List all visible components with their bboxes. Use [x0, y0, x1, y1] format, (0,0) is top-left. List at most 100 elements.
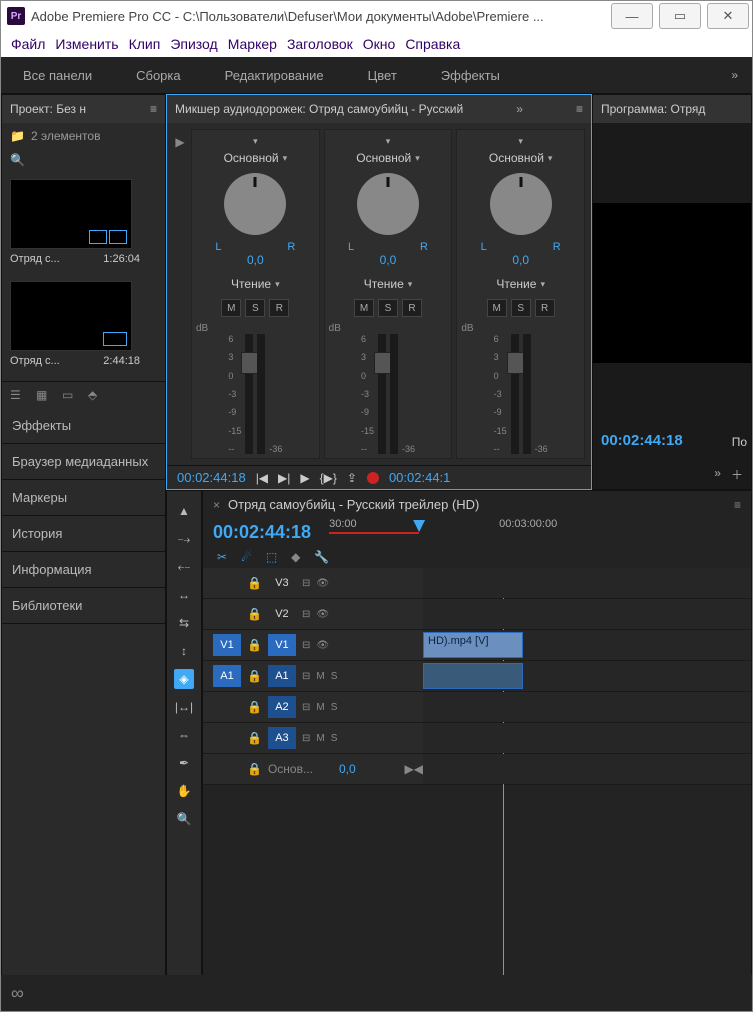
program-add-button[interactable]: ＋ — [731, 466, 743, 483]
menu-marker[interactable]: Маркер — [228, 36, 277, 52]
solo-button[interactable]: S — [378, 299, 398, 317]
channel-dropdown[interactable]: ▾ — [380, 134, 397, 149]
toggle-sync-icon[interactable]: ⊟ — [302, 702, 310, 713]
menu-clip[interactable]: Клип — [129, 36, 161, 52]
lock-icon[interactable]: 🔒 — [247, 669, 262, 683]
goto-out-icon[interactable]: ▶| — [278, 471, 290, 485]
icon-view-icon[interactable]: ▦ — [36, 388, 54, 402]
volume-fader[interactable] — [245, 334, 253, 454]
project-item-0[interactable]: Отряд с... 1:26:04 — [10, 179, 140, 265]
sort-icon[interactable]: ⬘ — [88, 388, 106, 402]
mute-track[interactable]: M — [316, 733, 324, 744]
pan-knob[interactable] — [224, 173, 286, 235]
panel-libraries[interactable]: Библиотеки — [2, 588, 165, 624]
toggle-output-icon[interactable]: 👁 — [316, 609, 329, 620]
transport-tc-left[interactable]: 00:02:44:18 — [177, 470, 246, 485]
minimize-button[interactable]: — — [611, 3, 653, 29]
slide-tool-icon[interactable]: ⇔ — [174, 725, 194, 745]
pan-value[interactable]: 0,0 — [247, 253, 264, 267]
panel-history[interactable]: История — [2, 516, 165, 552]
lock-icon[interactable]: 🔒 — [247, 607, 262, 621]
automation-mode-dropdown[interactable]: Чтение▾ — [358, 275, 419, 293]
ripple-edit-icon[interactable]: ↔ — [174, 585, 194, 605]
project-panel-menu[interactable]: ≡ — [150, 102, 157, 116]
project-item-1[interactable]: Отряд с... 2:44:18 — [10, 281, 140, 367]
record-button[interactable]: R — [269, 299, 289, 317]
toggle-sync-icon[interactable]: ⊟ — [302, 671, 310, 682]
export-icon[interactable]: ⇪ — [347, 471, 357, 485]
workspace-color[interactable]: Цвет — [346, 57, 419, 93]
workspace-all[interactable]: Все панели — [1, 57, 114, 93]
loop-icon[interactable]: ▶◀ — [405, 762, 423, 776]
timeline-panel-menu[interactable]: ≡ — [734, 498, 741, 512]
lock-icon[interactable]: 🔒 — [247, 576, 262, 590]
channel-dropdown[interactable]: ▾ — [247, 134, 264, 149]
selection-tool-icon[interactable]: ▲ — [174, 501, 194, 521]
automation-mode-dropdown[interactable]: Чтение▾ — [225, 275, 286, 293]
program-zoom[interactable]: По — [732, 435, 747, 449]
menu-sequence[interactable]: Эпизод — [170, 36, 217, 52]
automation-mode-dropdown[interactable]: Чтение▾ — [490, 275, 551, 293]
audio-clip[interactable] — [423, 663, 523, 689]
mixer-expand-icon[interactable]: ▶ — [175, 135, 184, 149]
creative-cloud-icon[interactable]: ∞ — [11, 983, 24, 1004]
channel-output-dropdown[interactable]: Основной▾ — [483, 149, 559, 167]
panel-media-browser[interactable]: Браузер медиаданных — [2, 444, 165, 480]
source-v1[interactable]: V1 — [213, 634, 241, 656]
time-ruler[interactable]: 30:00 00:03:00:00 — [329, 518, 741, 546]
mixer-panel-menu[interactable]: ≡ — [576, 102, 583, 116]
menu-help[interactable]: Справка — [405, 36, 460, 52]
mute-track[interactable]: M — [316, 702, 324, 713]
workspace-editing[interactable]: Редактирование — [203, 57, 346, 93]
track-select-backward-icon[interactable]: ⤌ — [174, 557, 194, 577]
mixer-overflow[interactable]: » — [516, 102, 523, 116]
maximize-button[interactable]: ▭ — [659, 3, 701, 29]
program-monitor[interactable] — [593, 203, 751, 363]
panel-effects[interactable]: Эффекты — [2, 408, 165, 444]
play-icon[interactable]: ▶ — [300, 471, 309, 485]
target-v1[interactable]: V1 — [268, 634, 296, 656]
mute-track[interactable]: M — [316, 671, 324, 682]
mute-button[interactable]: M — [221, 299, 241, 317]
razor-tool-icon[interactable]: ◈ — [174, 669, 194, 689]
menu-edit[interactable]: Изменить — [55, 36, 118, 52]
channel-output-dropdown[interactable]: Основной▾ — [218, 149, 294, 167]
timeline-timecode[interactable]: 00:02:44:18 — [213, 522, 311, 543]
solo-track[interactable]: S — [331, 702, 338, 713]
solo-button[interactable]: S — [511, 299, 531, 317]
panel-info[interactable]: Информация — [2, 552, 165, 588]
settings-icon[interactable]: 🔧 — [314, 550, 329, 564]
volume-fader[interactable] — [378, 334, 386, 454]
toggle-output-icon[interactable]: 👁 — [316, 578, 329, 589]
record-icon[interactable] — [367, 472, 379, 484]
source-a1[interactable]: A1 — [213, 665, 241, 687]
video-clip[interactable]: HD).mp4 [V] — [423, 632, 523, 658]
linked-selection-icon[interactable]: ☄ — [241, 550, 252, 564]
snap-icon[interactable]: ✂ — [217, 550, 227, 564]
record-button[interactable]: R — [402, 299, 422, 317]
list-view-icon[interactable]: ☰ — [10, 388, 28, 402]
slip-tool-icon[interactable]: |↔| — [174, 697, 194, 717]
hand-tool-icon[interactable]: ✋ — [174, 781, 194, 801]
channel-output-dropdown[interactable]: Основной▾ — [350, 149, 426, 167]
close-button[interactable]: ✕ — [707, 3, 749, 29]
workspace-effects[interactable]: Эффекты — [419, 57, 522, 93]
lock-icon[interactable]: 🔒 — [247, 638, 262, 652]
lock-icon[interactable]: 🔒 — [247, 731, 262, 745]
mute-button[interactable]: M — [354, 299, 374, 317]
menu-file[interactable]: Файл — [11, 36, 45, 52]
goto-in-icon[interactable]: |◀ — [256, 471, 268, 485]
zoom-tool-icon[interactable]: 🔍 — [174, 809, 194, 829]
workspace-overflow[interactable]: » — [717, 68, 752, 82]
work-area[interactable] — [329, 532, 419, 534]
solo-track[interactable]: S — [331, 733, 338, 744]
toggle-sync-icon[interactable]: ⊟ — [302, 609, 310, 620]
workspace-assembly[interactable]: Сборка — [114, 57, 203, 93]
playhead-handle[interactable] — [413, 520, 425, 532]
add-marker-icon[interactable]: ⬚ — [266, 550, 277, 564]
lock-icon[interactable]: 🔒 — [247, 700, 262, 714]
rolling-edit-icon[interactable]: ⇆ — [174, 613, 194, 633]
menu-window[interactable]: Окно — [363, 36, 396, 52]
volume-fader[interactable] — [511, 334, 519, 454]
track-select-forward-icon[interactable]: ⤍ — [174, 529, 194, 549]
